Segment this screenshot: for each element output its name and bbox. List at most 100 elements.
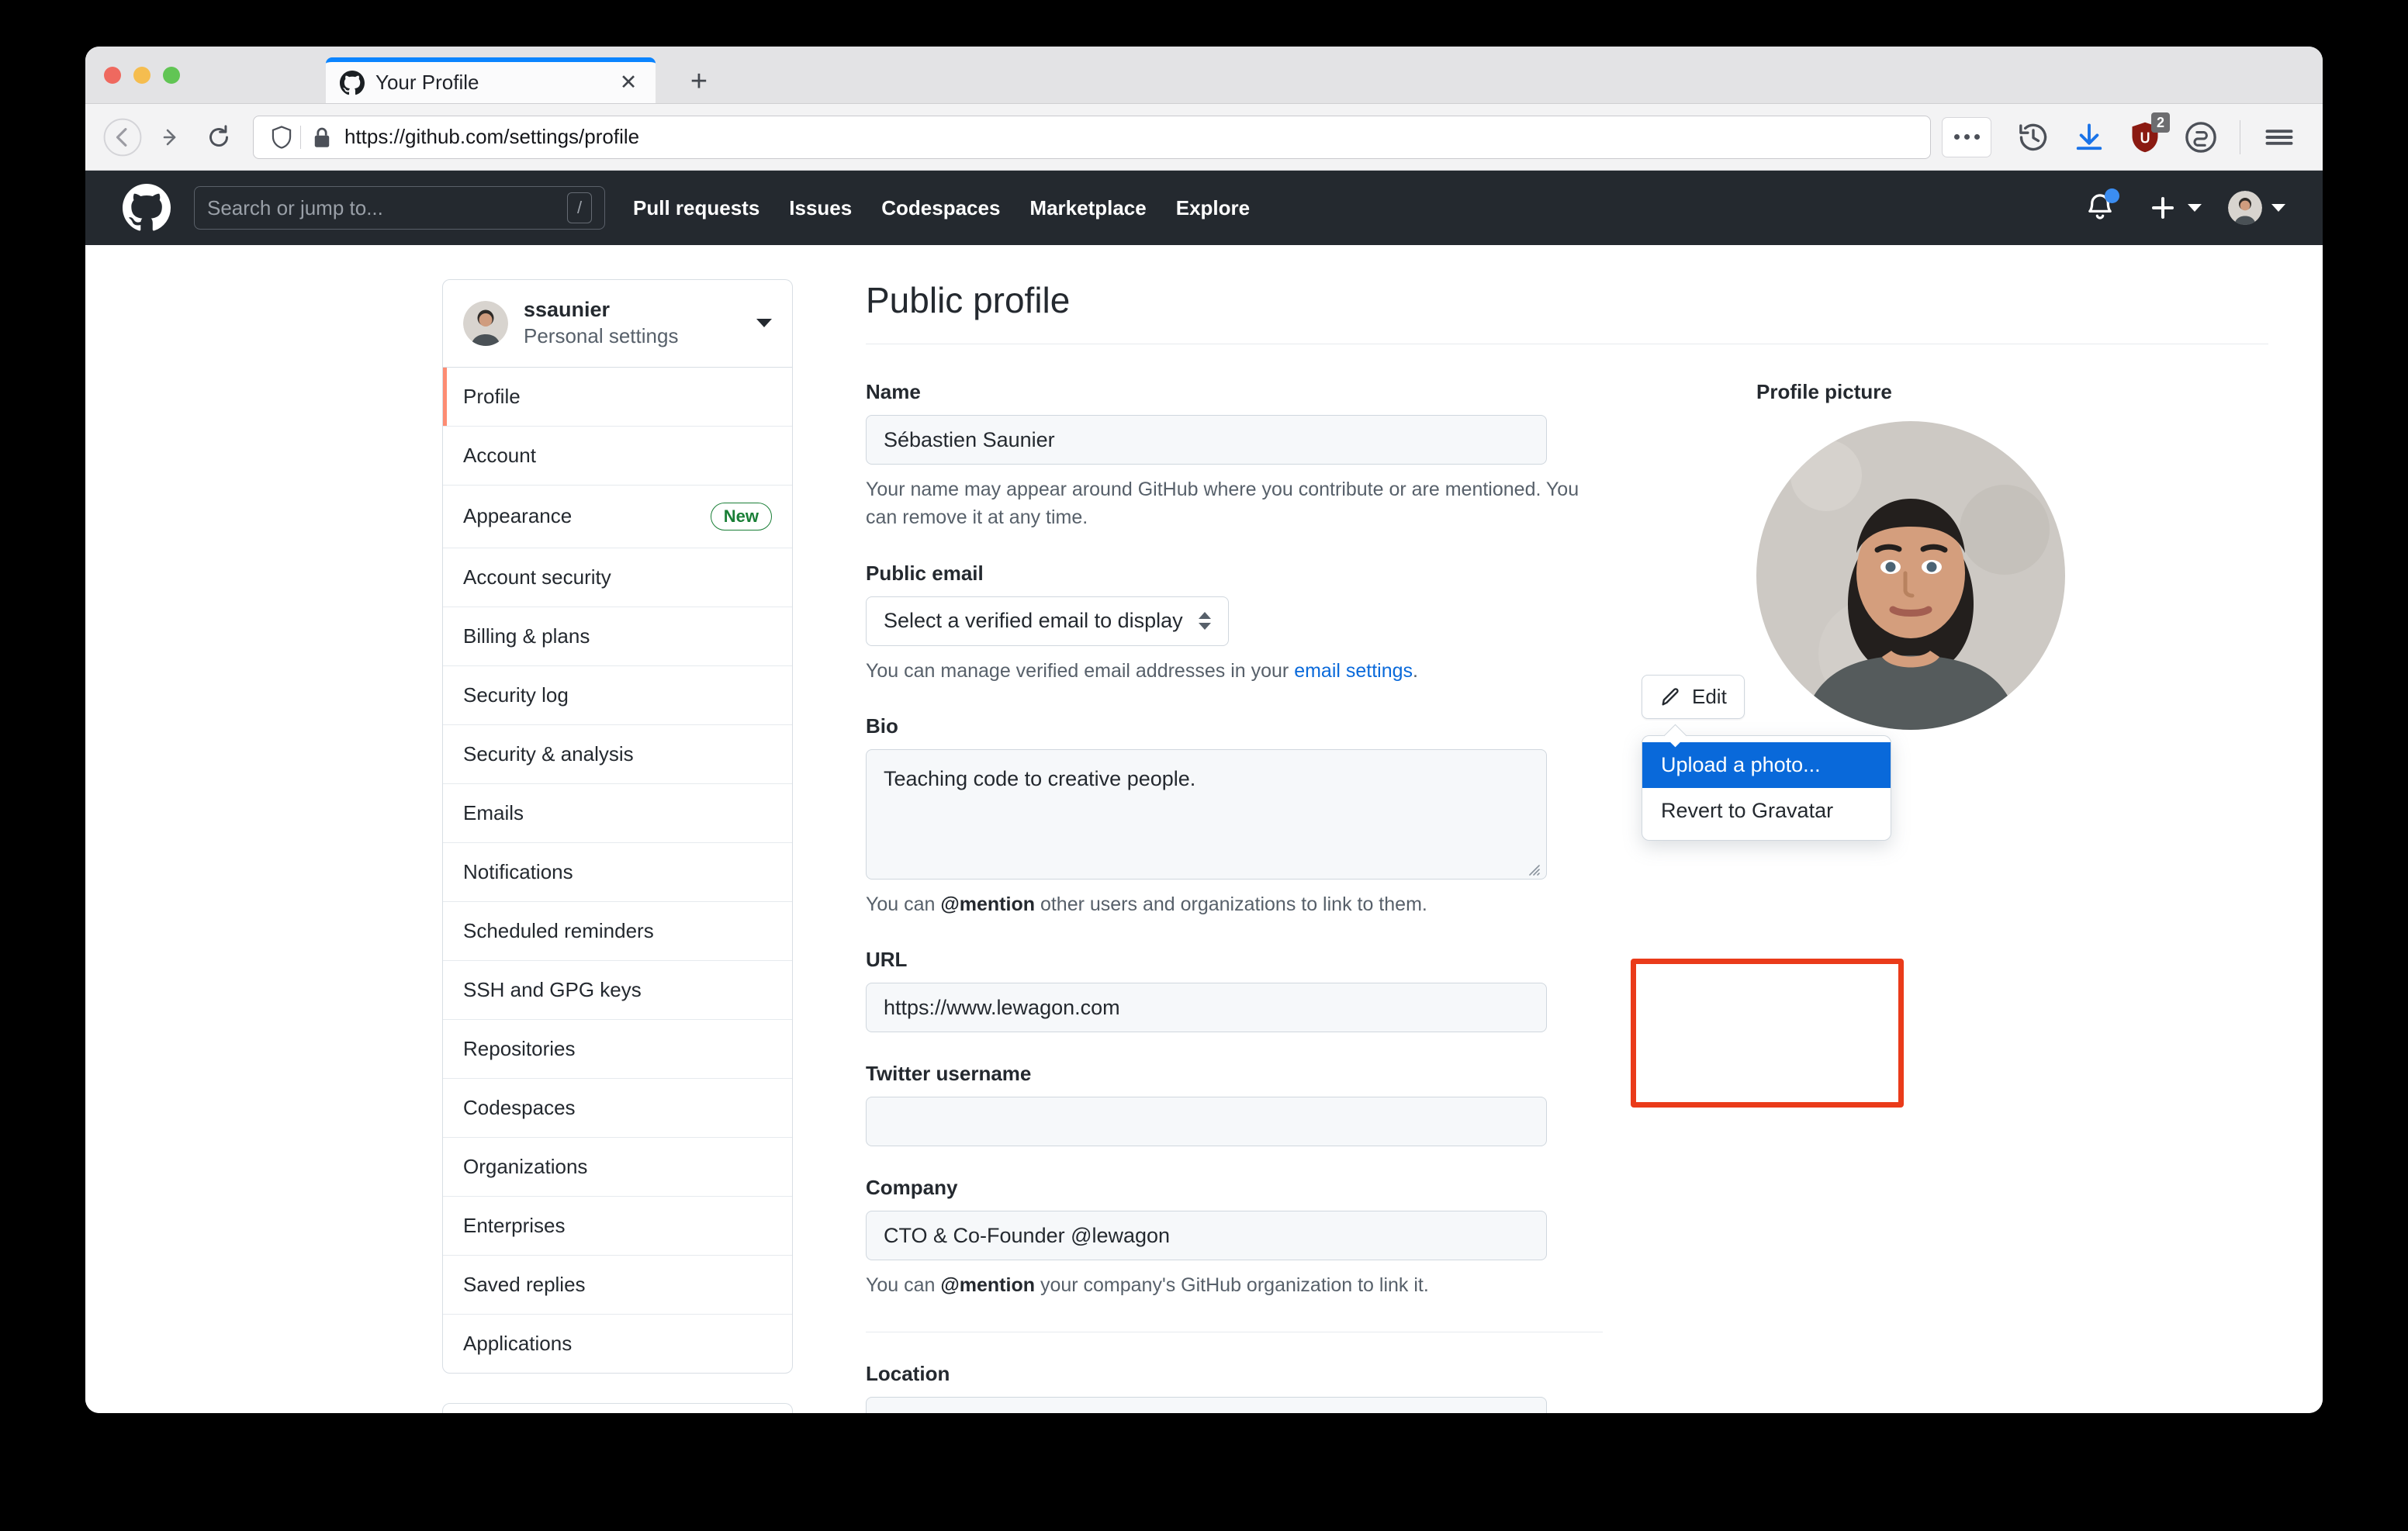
github-header: Search or jump to... / Pull requests Iss… <box>85 171 2323 245</box>
sidebar-item-saved-replies[interactable]: Saved replies <box>443 1256 792 1315</box>
sidebar-item-emails[interactable]: Emails <box>443 784 792 843</box>
bitwarden-icon[interactable] <box>2179 116 2223 159</box>
sidebar-item-account[interactable]: Account <box>443 427 792 486</box>
annotation-highlight-box <box>1631 959 1904 1108</box>
sidebar-card: ssaunier Personal settings Profile Accou… <box>442 279 793 1374</box>
sidebar-username: ssaunier <box>524 298 611 321</box>
nav-item-explore[interactable]: Explore <box>1176 196 1250 220</box>
maximize-window-button[interactable] <box>163 67 180 84</box>
arrow-left-icon[interactable] <box>101 116 144 159</box>
sidebar-item-label: Profile <box>463 384 521 408</box>
sidebar-user-subtitle: Personal settings <box>524 323 679 347</box>
public-email-label: Public email <box>866 561 984 585</box>
close-icon[interactable]: ✕ <box>615 70 642 96</box>
sidebar-item-billing-plans[interactable]: Billing & plans <box>443 607 792 666</box>
name-help-text: Your name may appear around GitHub where… <box>866 479 1579 529</box>
sidebar-item-label: Account <box>463 443 536 467</box>
company-input[interactable]: CTO & Co-Founder @lewagon <box>866 1211 1547 1261</box>
help-suffix: . <box>1413 659 1418 682</box>
search-placeholder: Search or jump to... <box>207 195 383 219</box>
url-input[interactable]: https://www.lewagon.com <box>866 983 1547 1033</box>
arrow-right-icon[interactable] <box>149 116 192 159</box>
browser-tab[interactable]: Your Profile ✕ <box>326 57 656 103</box>
url-label: URL <box>866 948 908 972</box>
public-email-field-block: Public email Select a verified email to … <box>866 562 1642 685</box>
search-input[interactable]: Search or jump to... / <box>194 186 605 230</box>
lock-icon[interactable] <box>310 126 334 149</box>
tab-strip: Your Profile ✕ + <box>85 47 2323 104</box>
sidebar-item-label: Applications <box>463 1331 573 1355</box>
public-email-select[interactable]: Select a verified email to display <box>866 596 1229 646</box>
sidebar-user-header[interactable]: ssaunier Personal settings <box>443 280 792 368</box>
close-window-button[interactable] <box>104 67 121 84</box>
name-input[interactable]: Sébastien Saunier <box>866 415 1547 465</box>
notification-dot <box>2105 188 2119 203</box>
plus-icon[interactable]: + <box>683 65 715 98</box>
bio-help-text: You can @mention other users and organiz… <box>866 890 1595 918</box>
ublock-shield-icon[interactable]: Ս 2 <box>2123 112 2170 159</box>
sidebar-item-notifications[interactable]: Notifications <box>443 843 792 902</box>
sidebar-item-scheduled-reminders[interactable]: Scheduled reminders <box>443 902 792 961</box>
bell-icon[interactable] <box>2079 187 2121 229</box>
menu-item-revert-to-gravatar[interactable]: Revert to Gravatar <box>1642 788 1891 834</box>
nav-item-issues[interactable]: Issues <box>789 196 852 220</box>
minimize-window-button[interactable] <box>133 67 150 84</box>
main-content: Public profile Name Sébastien Saunier Yo… <box>793 279 2323 1413</box>
reload-icon[interactable] <box>197 116 240 159</box>
public-email-help-text: You can manage verified email addresses … <box>866 657 1595 685</box>
sidebar-item-codespaces[interactable]: Codespaces <box>443 1079 792 1138</box>
sidebar-item-label: Saved replies <box>463 1272 586 1296</box>
twitter-username-label: Twitter username <box>866 1062 1032 1086</box>
avatar-dropdown-menu: Upload a photo... Revert to Gravatar <box>1642 724 1891 842</box>
search-shortcut-badge: / <box>567 192 592 223</box>
url-bar[interactable]: https://github.com/settings/profile <box>253 115 1931 159</box>
ellipsis-icon[interactable] <box>1942 116 1991 157</box>
sidebar-item-account-security[interactable]: Account security <box>443 548 792 607</box>
tab-title: Your Profile <box>375 71 479 94</box>
sidebar-item-label: Security & analysis <box>463 741 634 766</box>
sidebar-item-label: Enterprises <box>463 1213 566 1237</box>
account-menu-button[interactable] <box>2228 191 2285 225</box>
sidebar-item-label: Security log <box>463 683 569 707</box>
sidebar-item-applications[interactable]: Applications <box>443 1315 792 1373</box>
resize-handle-icon[interactable] <box>1525 858 1541 876</box>
email-settings-link[interactable]: email settings <box>1294 660 1413 682</box>
bio-textarea[interactable]: Teaching code to creative people. <box>866 748 1547 880</box>
sidebar-item-appearance[interactable]: Appearance New <box>443 486 792 548</box>
ublock-badge: 2 <box>2150 112 2170 133</box>
location-input[interactable]: France <box>866 1397 1547 1413</box>
bio-field-block: Bio Teaching code to creative people. Yo… <box>866 714 1642 918</box>
chevron-down-icon[interactable] <box>756 319 772 328</box>
status-badge: New <box>710 502 772 530</box>
nav-item-pull-requests[interactable]: Pull requests <box>633 196 759 220</box>
history-icon[interactable] <box>2012 116 2055 159</box>
sidebar-item-label: Scheduled reminders <box>463 918 654 942</box>
sidebar-item-enterprises[interactable]: Enterprises <box>443 1197 792 1256</box>
sidebar-item-ssh-gpg-keys[interactable]: SSH and GPG keys <box>443 961 792 1020</box>
sidebar-item-organizations[interactable]: Organizations <box>443 1138 792 1197</box>
edit-avatar-button[interactable]: Edit <box>1642 675 1745 720</box>
shield-icon[interactable] <box>266 125 297 150</box>
avatar-actions: Edit Upload a photo... Revert to Gravata… <box>1631 675 1904 1108</box>
sidebar-item-repositories[interactable]: Repositories <box>443 1020 792 1079</box>
sidebar-item-security-log[interactable]: Security log <box>443 666 792 725</box>
create-new-button[interactable] <box>2147 192 2202 223</box>
nav-item-marketplace[interactable]: Marketplace <box>1029 196 1146 220</box>
browser-toolbar: https://github.com/settings/profile Ս 2 <box>85 104 2323 171</box>
bio-label: Bio <box>866 714 898 738</box>
menu-item-upload-a-photo[interactable]: Upload a photo... <box>1642 742 1891 789</box>
browser-window: Your Profile ✕ + https://github.com/sett… <box>85 47 2323 1413</box>
settings-sidebar: ssaunier Personal settings Profile Accou… <box>442 279 793 1413</box>
nav-item-codespaces[interactable]: Codespaces <box>881 196 1000 220</box>
sidebar-item-security-analysis[interactable]: Security & analysis <box>443 725 792 784</box>
sidebar-item-label: Billing & plans <box>463 624 590 648</box>
download-icon[interactable] <box>2067 116 2111 159</box>
github-mark-icon[interactable] <box>123 184 171 232</box>
twitter-username-input[interactable] <box>866 1097 1547 1147</box>
url-text: https://github.com/settings/profile <box>344 125 640 148</box>
select-arrows-icon <box>1198 612 1211 631</box>
profile-form: Name Sébastien Saunier Your name may app… <box>866 380 1642 1413</box>
hamburger-menu-icon[interactable] <box>2258 116 2301 159</box>
sidebar-item-profile[interactable]: Profile <box>443 367 792 427</box>
help-bold: @mention <box>940 893 1035 915</box>
